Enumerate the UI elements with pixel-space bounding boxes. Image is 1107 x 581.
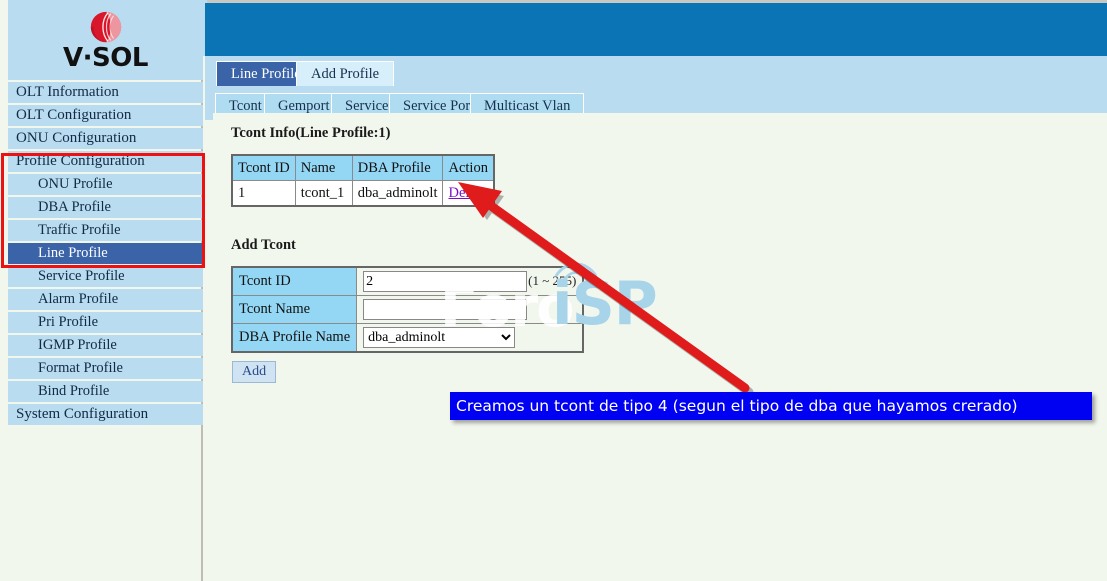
field-dba-profile-cell: dba_adminolt [356,323,584,353]
add-tcont-title: Add Tcont [231,237,296,253]
cell-action: Delete [442,180,495,207]
sidebar-item-pri-profile[interactable]: Pri Profile [8,312,203,333]
add-tcont-form: Tcont ID (1 ~ 255) Tcont Name DBA Profil… [231,266,585,353]
tcont-name-input[interactable] [363,299,528,320]
sidebar-item-system-configuration[interactable]: System Configuration [8,404,203,425]
sidebar-item-onu-configuration[interactable]: ONU Configuration [8,128,203,149]
label-dba-profile-name: DBA Profile Name [231,323,358,353]
tcont-info-table: Tcont ID Name DBA Profile Action 1 tcont… [231,154,496,207]
content-panel: Tcont Info(Line Profile:1) Tcont ID Name… [213,113,1107,581]
col-tcont-id: Tcont ID [231,154,296,181]
label-tcont-id: Tcont ID [231,266,358,296]
form-row-dba-profile: DBA Profile Name dba_adminolt [231,323,584,353]
table-header-row: Tcont ID Name DBA Profile Action [231,154,495,181]
col-name: Name [294,154,353,181]
sidebar-item-line-profile[interactable]: Line Profile [8,243,203,264]
sidebar-item-olt-information[interactable]: OLT Information [8,82,203,103]
delete-link[interactable]: Delete [448,185,486,201]
add-button[interactable]: Add [232,361,277,383]
cell-tcont-id: 1 [231,180,296,207]
table-row: 1 tcont_1 dba_adminolt Delete [231,180,495,207]
sidebar-item-profile-configuration[interactable]: Profile Configuration [8,151,203,172]
sidebar-item-bind-profile[interactable]: Bind Profile [8,381,203,402]
label-tcont-name: Tcont Name [231,295,358,324]
vsol-sphere-logo-icon [90,11,121,43]
sidebar-item-alarm-profile[interactable]: Alarm Profile [8,289,203,310]
dba-profile-select[interactable]: dba_adminolt [363,327,516,348]
brand-logo-panel: V·SOL [8,0,203,80]
cell-name: tcont_1 [294,180,353,207]
sidebar-item-onu-profile[interactable]: ONU Profile [8,174,203,195]
col-dba-profile: DBA Profile [351,154,444,181]
cell-dba-profile: dba_adminolt [351,180,444,207]
tcont-id-hint: (1 ~ 255) [528,272,577,288]
sidebar-item-dba-profile[interactable]: DBA Profile [8,197,203,218]
sidebar-item-format-profile[interactable]: Format Profile [8,358,203,379]
top-banner [205,3,1107,56]
annotation-callout: Creamos un tcont de tipo 4 (segun el tip… [450,392,1092,420]
field-tcont-id-cell: (1 ~ 255) [356,266,584,296]
sidebar-item-traffic-profile[interactable]: Traffic Profile [8,220,203,241]
form-row-tcont-id: Tcont ID (1 ~ 255) [231,266,584,296]
sidebar-menu: OLT Information OLT Configuration ONU Co… [8,82,203,427]
sidebar-item-igmp-profile[interactable]: IGMP Profile [8,335,203,356]
field-tcont-name-cell [356,295,584,324]
brand-logo-text: V·SOL [63,43,148,73]
tcont-info-title: Tcont Info(Line Profile:1) [231,125,391,141]
col-action: Action [442,154,495,181]
form-row-tcont-name: Tcont Name [231,295,584,324]
sidebar-item-service-profile[interactable]: Service Profile [8,266,203,287]
primary-tabbar: Line Profile Add Profile [205,56,1107,86]
sidebar-item-olt-configuration[interactable]: OLT Configuration [8,105,203,126]
tab-add-profile[interactable]: Add Profile [296,61,395,86]
tcont-id-input[interactable] [363,271,528,292]
sidebar: V·SOL OLT Information OLT Configuration … [0,0,205,581]
page-root: V·SOL OLT Information OLT Configuration … [0,0,1107,581]
